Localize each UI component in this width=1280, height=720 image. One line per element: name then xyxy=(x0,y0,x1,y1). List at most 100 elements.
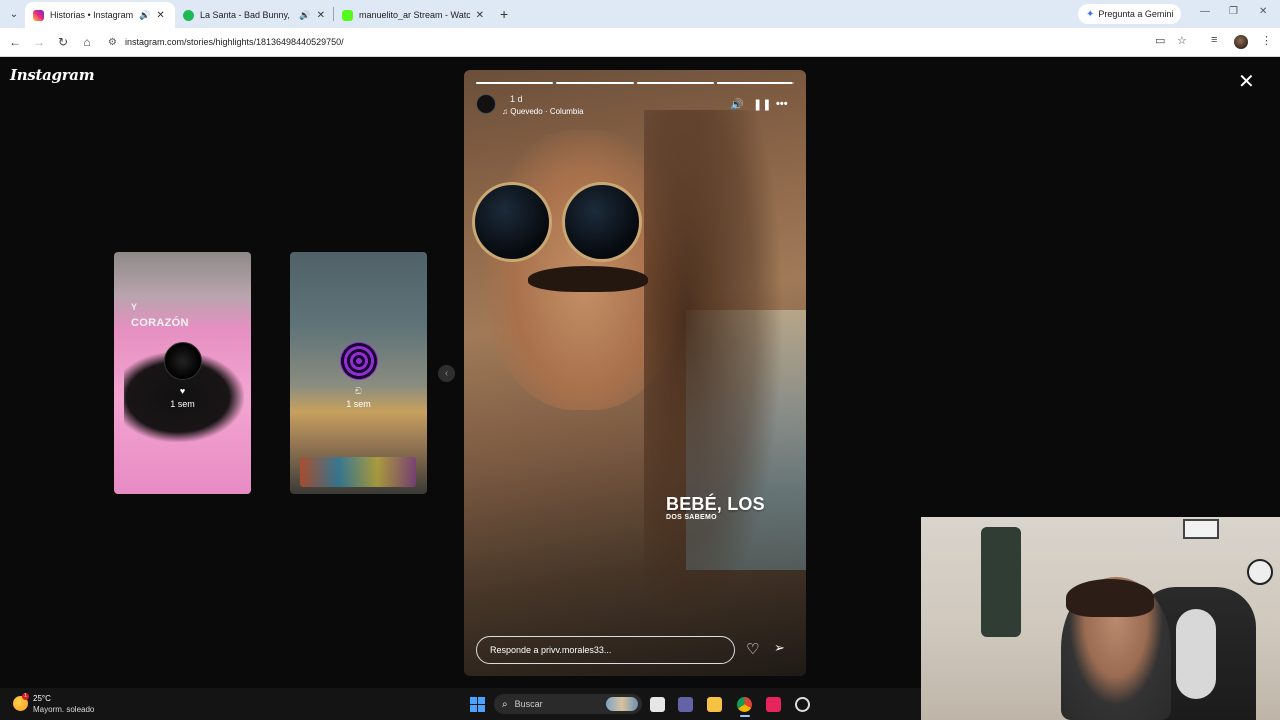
reply-input[interactable]: Responde a privv.morales33... xyxy=(476,636,735,664)
chrome-icon[interactable] xyxy=(737,697,752,712)
media-controls-icon[interactable]: ≡ xyxy=(1211,34,1217,46)
thumbnail-overlay-text: CORAZÓN xyxy=(131,317,189,329)
close-tab-icon[interactable]: ✕ xyxy=(476,10,484,21)
ask-gemini-button[interactable]: ✦ Pregunta a Gemini xyxy=(1078,4,1182,24)
story-thumbnail-previous-1[interactable]: ඞ 1 sem xyxy=(290,252,427,494)
tab-spotify[interactable]: La Santa - Bad Bunny, Dadd 🔊 ✕ xyxy=(175,2,333,28)
tab-title: Historias • Instagram xyxy=(50,10,134,20)
windows-taskbar xyxy=(0,688,921,720)
instagram-favicon-icon xyxy=(33,9,44,21)
wall-poster xyxy=(1183,519,1219,539)
progress-segment xyxy=(476,82,554,84)
progress-fill xyxy=(716,82,793,84)
story-lyric-small: DOS SABEMO xyxy=(666,514,717,521)
task-view-icon[interactable] xyxy=(650,697,665,712)
kick-favicon-icon xyxy=(342,9,353,21)
wall-badge xyxy=(1247,559,1273,585)
new-tab-plus-icon[interactable]: + xyxy=(500,6,508,22)
back-arrow-icon[interactable]: ← xyxy=(3,35,27,49)
close-tab-icon[interactable]: ✕ xyxy=(156,10,164,21)
profile-avatar[interactable] xyxy=(1234,35,1248,49)
reply-placeholder: Responde a privv.morales33... xyxy=(490,645,612,655)
install-app-icon[interactable]: ▭ xyxy=(1155,34,1165,47)
site-info-icon[interactable]: ⚙ xyxy=(108,37,117,48)
speaker-icon[interactable]: 🔊 xyxy=(299,10,310,21)
gemini-label: Pregunta a Gemini xyxy=(1098,9,1174,19)
progress-fill xyxy=(636,82,714,84)
chair-stripe xyxy=(1176,609,1216,699)
taskbar-search-input[interactable]: ⌕ Buscar xyxy=(494,694,642,714)
story-header: 1 d ♫ Quevedo · Columbia 🔊 ❚❚ ••• xyxy=(476,94,794,118)
webcam-overlay xyxy=(921,517,1280,720)
moustache-filter xyxy=(528,266,648,292)
tab-title: La Santa - Bad Bunny, Dadd xyxy=(200,10,293,20)
tiktok-icon[interactable] xyxy=(766,697,781,712)
tab-instagram[interactable]: Historias • Instagram 🔊 ✕ xyxy=(25,2,175,28)
progress-fill xyxy=(556,82,634,84)
pause-icon[interactable]: ❚❚ xyxy=(753,98,771,111)
address-bar-row: ← → ↻ ⌂ ⚙ instagram.com/stories/highligh… xyxy=(0,28,1280,57)
thumbnail-time: 1 sem xyxy=(346,399,371,409)
sunglasses-left-lens xyxy=(472,182,552,262)
story-thumbnail-previous-2[interactable]: Y CORAZÓN ♥ 1 sem xyxy=(114,252,251,494)
tab-title: manuelito_ar Stream - Watch L xyxy=(359,10,470,20)
progress-segment xyxy=(636,82,714,84)
weather-description[interactable]: Mayorm. soleado xyxy=(33,705,94,714)
progress-segment xyxy=(556,82,634,84)
close-stories-icon[interactable]: ✕ xyxy=(1238,72,1255,92)
teams-icon[interactable] xyxy=(678,697,693,712)
music-bars-icon: ♫ xyxy=(502,107,508,116)
thumbnail-avatar xyxy=(163,342,202,380)
url-input[interactable]: ⚙ instagram.com/stories/highlights/18136… xyxy=(108,31,1138,53)
story-music-label[interactable]: ♫ Quevedo · Columbia xyxy=(502,107,584,116)
active-story[interactable]: 1 d ♫ Quevedo · Columbia 🔊 ❚❚ ••• BEBÉ, … xyxy=(464,70,806,676)
thumbnail-name: ♥ xyxy=(179,386,186,396)
weather-temperature[interactable]: 25°C xyxy=(33,694,51,703)
streamer-hair xyxy=(1066,579,1154,617)
previous-story-chevron-icon[interactable]: ‹ xyxy=(438,365,455,382)
speaker-icon[interactable]: 🔊 xyxy=(139,10,150,21)
progress-segment xyxy=(716,82,794,84)
story-author-avatar[interactable] xyxy=(476,94,496,114)
file-explorer-icon[interactable] xyxy=(707,697,722,712)
spotify-favicon-icon xyxy=(183,9,194,21)
search-icon: ⌕ xyxy=(502,698,508,710)
gemini-sparkle-icon: ✦ xyxy=(1086,8,1095,20)
minimize-icon[interactable]: — xyxy=(1200,6,1210,17)
thumbnail-overlay-text: Y xyxy=(131,302,138,312)
thumbnail-time: 1 sem xyxy=(170,399,195,409)
story-progress-bar xyxy=(476,82,794,84)
story-music-text: Quevedo · Columbia xyxy=(510,107,584,116)
tab-kick[interactable]: manuelito_ar Stream - Watch L ✕ xyxy=(334,2,492,28)
forward-arrow-icon[interactable]: → xyxy=(27,35,51,49)
bookmark-star-icon[interactable]: ☆ xyxy=(1177,34,1187,47)
more-options-icon[interactable]: ••• xyxy=(776,98,788,110)
progress-fill xyxy=(476,82,554,84)
close-window-icon[interactable]: ✕ xyxy=(1259,6,1267,17)
like-heart-icon[interactable]: ♡ xyxy=(746,640,759,658)
tab-search-button[interactable]: ⌄ xyxy=(3,3,25,25)
thumbnail-name: ඞ xyxy=(355,386,362,396)
url-text: instagram.com/stories/highlights/1813649… xyxy=(124,37,344,47)
search-placeholder: Buscar xyxy=(514,699,543,709)
reload-icon[interactable]: ↻ xyxy=(51,35,75,49)
menu-dots-icon[interactable]: ⋮ xyxy=(1261,34,1272,47)
story-lyric-big: BEBÉ, LOS xyxy=(666,494,765,514)
search-highlight-image xyxy=(606,697,638,711)
banner-image xyxy=(300,457,416,487)
story-timestamp: 1 d xyxy=(510,94,523,104)
thumbnail-avatar xyxy=(339,342,378,380)
volume-icon[interactable]: 🔊 xyxy=(730,98,744,111)
restore-icon[interactable]: ❐ xyxy=(1229,6,1238,17)
windows-start-icon[interactable] xyxy=(470,697,485,712)
instagram-logo[interactable]: Instagram xyxy=(10,66,95,84)
home-icon[interactable]: ⌂ xyxy=(75,35,99,49)
hair-image xyxy=(644,110,784,630)
notification-badge: 1 xyxy=(22,693,29,700)
active-app-indicator xyxy=(740,715,750,717)
sunglasses-right-lens xyxy=(562,182,642,262)
settings-gear-icon[interactable] xyxy=(795,697,810,712)
close-tab-icon[interactable]: ✕ xyxy=(317,10,325,21)
hanging-coat xyxy=(981,527,1021,637)
send-paper-plane-icon[interactable]: ➢ xyxy=(774,640,785,656)
